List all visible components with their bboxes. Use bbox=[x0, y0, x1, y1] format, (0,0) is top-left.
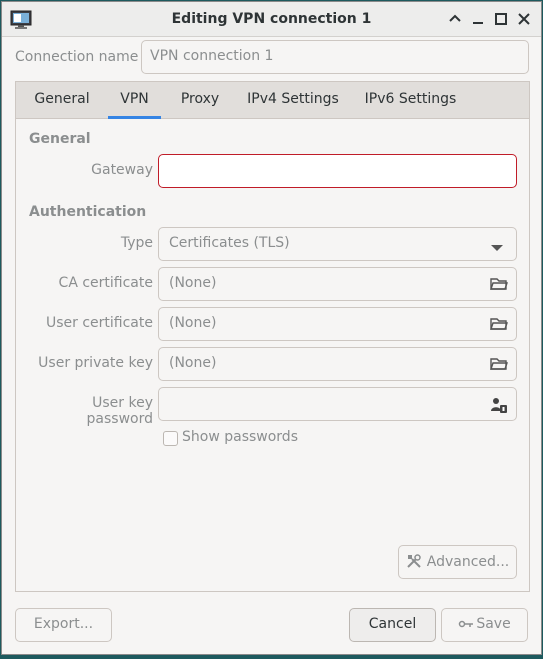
user-key-password-input[interactable] bbox=[158, 387, 517, 421]
tab-ipv4-settings[interactable]: IPv4 Settings bbox=[240, 82, 346, 119]
save-label: Save bbox=[476, 616, 511, 632]
connection-name-input[interactable]: VPN connection 1 bbox=[141, 40, 529, 74]
ca-certificate-label: CA certificate bbox=[58, 275, 153, 291]
authentication-heading: Authentication bbox=[29, 204, 147, 220]
user-private-key-value: (None) bbox=[169, 355, 217, 371]
tab-general[interactable]: General bbox=[25, 82, 99, 119]
user-private-key-label: User private key bbox=[38, 355, 153, 371]
user-certificate-chooser[interactable]: (None) bbox=[158, 307, 517, 341]
advanced-button[interactable]: Advanced... bbox=[398, 545, 517, 579]
cancel-button[interactable]: Cancel bbox=[349, 608, 436, 642]
tab-proxy[interactable]: Proxy bbox=[170, 82, 230, 119]
chevron-down-icon bbox=[490, 240, 508, 256]
folder-open-icon[interactable] bbox=[490, 356, 508, 372]
user-private-key-chooser[interactable]: (None) bbox=[158, 347, 517, 381]
title-bar[interactable]: Editing VPN connection 1 bbox=[2, 2, 541, 37]
user-password-icon[interactable] bbox=[490, 396, 508, 413]
user-key-password-label: User key password bbox=[86, 395, 153, 427]
tab-ipv6-settings[interactable]: IPv6 Settings bbox=[355, 82, 466, 119]
tab-vpn[interactable]: VPN bbox=[108, 82, 161, 119]
save-icon bbox=[458, 618, 474, 634]
ca-certificate-chooser[interactable]: (None) bbox=[158, 267, 517, 301]
tools-icon bbox=[406, 553, 422, 573]
advanced-label: Advanced... bbox=[426, 554, 510, 570]
type-label: Type bbox=[120, 235, 153, 251]
close-icon[interactable] bbox=[516, 11, 532, 27]
auth-type-select[interactable]: Certificates (TLS) bbox=[158, 227, 517, 261]
minimize-icon[interactable] bbox=[470, 11, 486, 27]
gateway-label: Gateway bbox=[91, 162, 153, 178]
general-heading: General bbox=[29, 131, 91, 147]
auth-type-value: Certificates (TLS) bbox=[169, 235, 290, 251]
folder-open-icon[interactable] bbox=[490, 276, 508, 292]
show-passwords-checkbox[interactable] bbox=[163, 431, 178, 446]
user-certificate-label: User certificate bbox=[45, 315, 153, 331]
maximize-icon[interactable] bbox=[493, 11, 509, 27]
chevron-up-icon[interactable] bbox=[447, 11, 463, 27]
vpn-editor-window: Editing VPN connection 1 Connection name… bbox=[1, 1, 542, 655]
ca-certificate-value: (None) bbox=[169, 275, 217, 291]
settings-notebook: General VPN Proxy IPv4 Settings IPv6 Set… bbox=[15, 81, 530, 592]
tab-bar: General VPN Proxy IPv4 Settings IPv6 Set… bbox=[16, 82, 529, 119]
folder-open-icon[interactable] bbox=[490, 316, 508, 332]
save-button[interactable]: Save bbox=[441, 608, 528, 642]
user-certificate-value: (None) bbox=[169, 315, 217, 331]
show-passwords-label[interactable]: Show passwords bbox=[182, 429, 298, 445]
export-button[interactable]: Export... bbox=[15, 608, 112, 642]
connection-name-label: Connection name bbox=[15, 49, 139, 65]
gateway-input[interactable] bbox=[158, 154, 517, 188]
